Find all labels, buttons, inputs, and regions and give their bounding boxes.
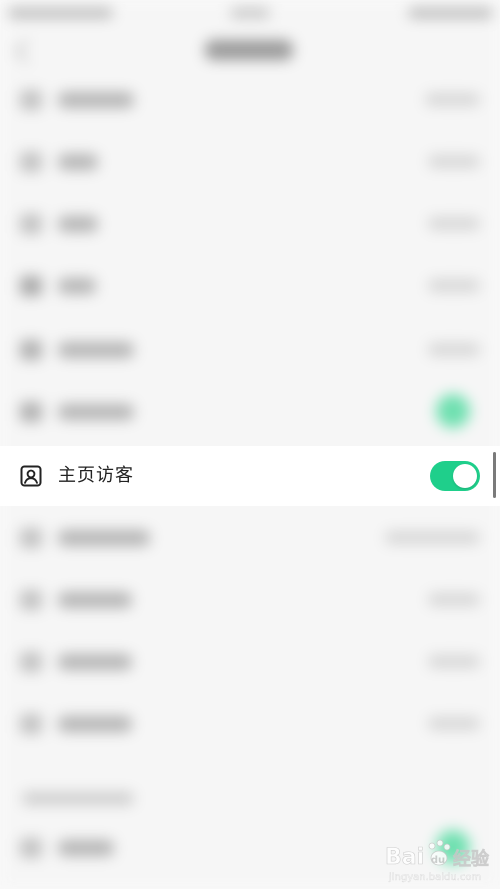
user-profile-icon	[20, 465, 42, 487]
settings-row	[0, 630, 500, 692]
svg-text:经验: 经验	[453, 848, 490, 870]
homepage-visitors-label: 主页访客	[58, 465, 134, 486]
settings-row	[0, 380, 500, 442]
svg-text:Bai: Bai	[385, 845, 424, 870]
settings-row	[0, 254, 500, 316]
homepage-visitors-row[interactable]: 主页访客	[0, 446, 500, 506]
settings-row	[0, 130, 500, 192]
back-arrow-icon	[14, 39, 39, 64]
settings-row	[0, 192, 500, 254]
status-bar	[0, 2, 500, 22]
scrollbar	[493, 452, 496, 498]
settings-row	[0, 318, 500, 380]
settings-row	[0, 68, 500, 130]
section-header	[22, 792, 134, 805]
settings-row	[0, 568, 500, 630]
baidu-jingyan-watermark: Bai du 经验 jingyan.baidu.com	[383, 834, 495, 884]
blurred-background	[0, 0, 500, 889]
settings-row	[0, 506, 500, 568]
svg-text:du: du	[431, 855, 445, 866]
svg-text:jingyan.baidu.com: jingyan.baidu.com	[388, 872, 481, 883]
homepage-visitors-toggle[interactable]	[430, 461, 480, 491]
settings-row	[0, 692, 500, 754]
toggle-knob	[453, 464, 477, 488]
page-title	[205, 40, 293, 60]
